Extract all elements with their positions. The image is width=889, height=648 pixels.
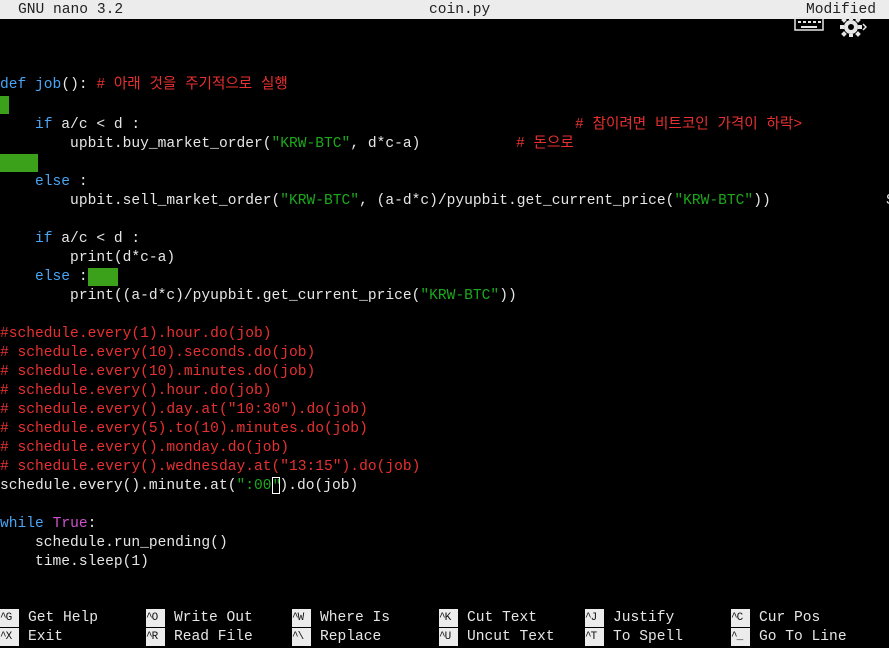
code-line: schedule.run_pending() <box>0 535 228 551</box>
app-version: GNU nano 3.2 <box>18 2 124 18</box>
shortcut-uncut-text[interactable]: ^U Uncut Text <box>439 628 555 647</box>
code-line: print(d*c-a) <box>0 250 176 266</box>
code-line <box>0 154 889 173</box>
code-line: upbit.buy_market_order("KRW-BTC", d*c-a)… <box>0 136 574 152</box>
comment-line: # schedule.every().day.at("10:30").do(jo… <box>0 402 368 418</box>
shortcut-go-to-line[interactable]: ^_ Go To Line <box>731 628 847 647</box>
code-line: print((a-d*c)/pyupbit.get_current_price(… <box>0 288 517 304</box>
shortcut-read-file[interactable]: ^R Read File <box>146 628 253 647</box>
shortcut-write-out[interactable]: ^O Write Out <box>146 609 253 628</box>
keyboard-icon[interactable] <box>794 16 824 32</box>
comment-line: # schedule.every(10).minutes.do(job) <box>0 364 316 380</box>
whitespace-highlight <box>87 268 118 286</box>
shortcut-where-is[interactable]: ^W Where Is <box>292 609 390 628</box>
code-line: else : <box>0 268 889 287</box>
code-line <box>0 96 889 115</box>
code-line: if a/c < d : <box>35 231 141 247</box>
shortcut-bar: ^G Get Help ^O Write Out ^W Where Is ^K Cut … <box>0 609 889 648</box>
comment-line: # schedule.every(5).to(10).minutes.do(jo… <box>0 421 368 437</box>
shortcut-to-spell[interactable]: ^T To Spell <box>585 628 683 647</box>
code-line: else : <box>35 174 88 190</box>
shortcut-justify[interactable]: ^J Justify <box>585 609 674 628</box>
code-line: upbit.sell_market_order("KRW-BTC", (a-d*… <box>0 193 889 209</box>
system-tray <box>789 16 889 38</box>
code-line: while True: <box>0 516 97 532</box>
shortcut-exit[interactable]: ^X Exit <box>0 628 63 647</box>
shortcut-cut-text[interactable]: ^K Cut Text <box>439 609 537 628</box>
comment-line: #schedule.every(1).hour.do(job) <box>0 326 272 342</box>
whitespace-highlight <box>0 154 38 172</box>
code-line: if a/c < d : # 참이려면 비트코인 가격이 하락> <box>35 117 803 133</box>
shortcut-get-help[interactable]: ^G Get Help <box>0 609 98 628</box>
code-line: time.sleep(1) <box>0 554 149 570</box>
comment-line: # schedule.every().hour.do(job) <box>0 383 272 399</box>
text-cursor: " <box>271 477 282 495</box>
code-line: schedule.every().minute.at(":00").do(job… <box>0 477 359 495</box>
title-bar: GNU nano 3.2 coin.py Modified <box>0 0 889 19</box>
gear-icon[interactable] <box>839 15 867 37</box>
file-name: coin.py <box>429 2 491 18</box>
shortcut-replace[interactable]: ^\ Replace <box>292 628 381 647</box>
comment-line: # schedule.every().monday.do(job) <box>0 440 290 456</box>
comment-line: # schedule.every(10).seconds.do(job) <box>0 345 316 361</box>
whitespace-highlight <box>0 96 9 114</box>
code-line: def job(): # 아래 것을 주기적으로 실행 <box>0 77 288 93</box>
shortcut-cur-pos[interactable]: ^C Cur Pos <box>731 609 820 628</box>
comment-line: # schedule.every().wednesday.at("13:15")… <box>0 459 421 475</box>
